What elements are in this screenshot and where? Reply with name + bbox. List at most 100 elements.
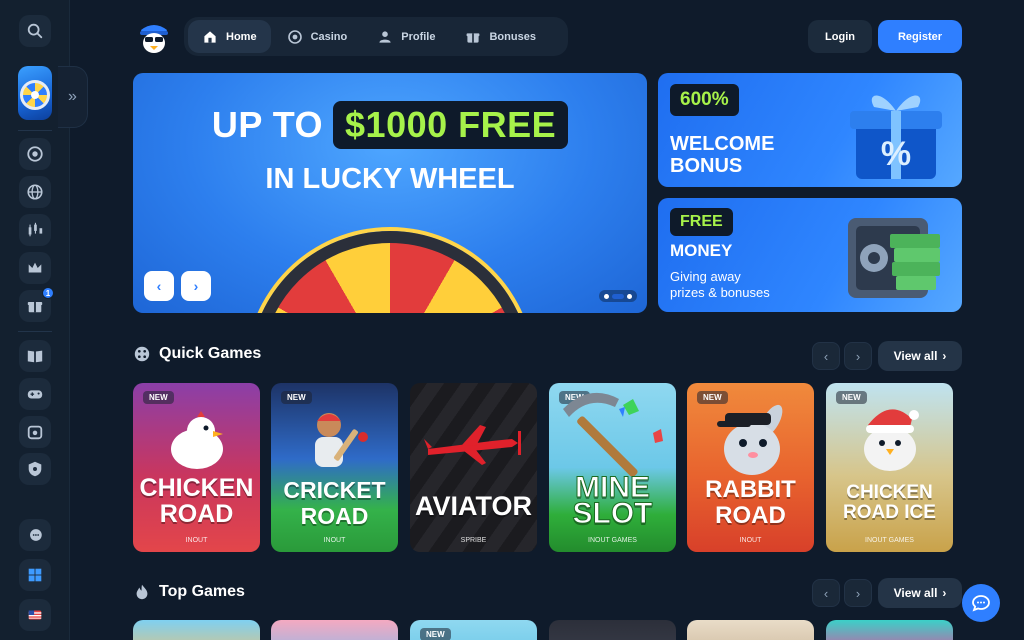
register-button[interactable]: Register bbox=[878, 20, 962, 53]
search-button[interactable] bbox=[19, 15, 51, 47]
top-games-next-button[interactable]: › bbox=[844, 579, 872, 607]
nav-casino-label: Casino bbox=[310, 30, 348, 43]
quick-games-view-all[interactable]: View all › bbox=[878, 341, 962, 371]
sidebar-expand-button[interactable]: » bbox=[58, 66, 88, 128]
promo-free-money[interactable]: FREE MONEY Giving away prizes & bonuses bbox=[658, 198, 962, 312]
sidebar-item-gifts[interactable]: 1 bbox=[19, 287, 54, 322]
nav-bonuses[interactable]: Bonuses bbox=[451, 20, 549, 53]
shield-icon bbox=[28, 461, 42, 477]
penguin-mascot-logo bbox=[140, 25, 168, 53]
game-provider: INOUT GAMES bbox=[865, 537, 914, 544]
top-game-card[interactable] bbox=[133, 620, 260, 640]
sidebar-item-sports[interactable] bbox=[19, 176, 51, 208]
hero-headline: UP TO $1000 FREE bbox=[133, 101, 647, 149]
game-title: MINE SLOT bbox=[549, 472, 676, 529]
santa-chicken-illustration bbox=[864, 409, 919, 471]
game-card-cricket-road[interactable]: NEW CRICKET ROAD INOUT bbox=[271, 383, 398, 552]
hero-prev-button[interactable]: ‹ bbox=[144, 271, 174, 301]
sidebar-item-rules[interactable] bbox=[19, 340, 51, 372]
dice-icon bbox=[134, 346, 150, 362]
sidebar-divider bbox=[18, 331, 52, 332]
top-games-title: Top Games bbox=[159, 583, 245, 600]
nav-home-label: Home bbox=[226, 30, 257, 43]
promo-welcome-title-line2: BONUS bbox=[670, 155, 743, 177]
hero-pagination bbox=[599, 290, 637, 302]
game-title: CHICKEN ROAD bbox=[133, 475, 260, 527]
globe-icon bbox=[27, 184, 43, 200]
money-safe-icon bbox=[848, 218, 940, 298]
lucky-wheel-shortcut[interactable] bbox=[18, 66, 52, 120]
sidebar-item-download-windows[interactable] bbox=[19, 559, 51, 591]
top-game-card[interactable] bbox=[826, 620, 953, 640]
nav-bonuses-label: Bonuses bbox=[489, 30, 536, 43]
chicken-illustration bbox=[171, 411, 223, 469]
sidebar-item-games[interactable] bbox=[19, 378, 51, 410]
rabbit-illustration bbox=[717, 404, 783, 475]
sidebar-item-casino[interactable] bbox=[19, 138, 51, 170]
search-icon bbox=[27, 23, 43, 39]
pagination-dot[interactable] bbox=[604, 293, 609, 299]
promo-welcome-bonus[interactable]: 600% WELCOME BONUS % bbox=[658, 73, 962, 187]
game-card-mine-slot[interactable]: NEW MINE SLOT INOUT GAMES bbox=[549, 383, 676, 552]
sidebar-item-support[interactable] bbox=[19, 519, 51, 551]
top-game-card[interactable] bbox=[687, 620, 814, 640]
promo-welcome-title: WELCOME BONUS bbox=[670, 133, 774, 177]
nav-casino[interactable]: Casino bbox=[273, 20, 362, 53]
game-title: RABBIT ROAD bbox=[687, 477, 814, 529]
brand-logo[interactable] bbox=[136, 18, 172, 54]
language-selector[interactable] bbox=[19, 599, 51, 631]
promo-free-title: MONEY bbox=[670, 241, 733, 260]
airplane-illustration bbox=[424, 425, 521, 465]
nav-home[interactable]: Home bbox=[188, 20, 271, 53]
sidebar-item-wallet[interactable] bbox=[19, 416, 51, 448]
promo-free-tag: FREE bbox=[670, 208, 733, 236]
chevron-left-icon: ‹ bbox=[823, 585, 829, 601]
top-game-card[interactable] bbox=[549, 620, 676, 640]
new-badge: NEW bbox=[420, 628, 451, 640]
quick-games-heading: Quick Games bbox=[133, 345, 261, 363]
game-provider: INOUT bbox=[185, 537, 208, 544]
gamepad-icon bbox=[27, 390, 43, 399]
promo-free-subtitle-line2: prizes & bonuses bbox=[670, 285, 770, 300]
live-chat-button[interactable] bbox=[962, 584, 1000, 622]
sidebar-item-trading[interactable] bbox=[19, 214, 51, 246]
nav-profile[interactable]: Profile bbox=[363, 20, 449, 53]
quick-games-prev-button[interactable]: ‹ bbox=[812, 342, 840, 370]
new-badge: NEW bbox=[281, 391, 312, 404]
game-provider: INOUT bbox=[739, 537, 762, 544]
top-games-view-all[interactable]: View all › bbox=[878, 578, 962, 608]
chevron-left-icon: ‹ bbox=[156, 278, 162, 294]
crown-icon bbox=[28, 262, 42, 273]
game-title-line2: ROAD bbox=[715, 502, 786, 529]
top-games-prev-button[interactable]: ‹ bbox=[812, 579, 840, 607]
top-game-card[interactable] bbox=[271, 620, 398, 640]
gift-icon bbox=[27, 301, 43, 313]
pagination-dot[interactable] bbox=[627, 293, 632, 299]
game-title-line1: CHICKEN bbox=[846, 482, 933, 503]
promo-free-subtitle: Giving away prizes & bonuses bbox=[670, 269, 770, 301]
lucky-wheel-illustration bbox=[249, 231, 531, 313]
game-card-chicken-road[interactable]: NEW CHICKEN ROAD INOUT bbox=[133, 383, 260, 552]
game-provider: SPRIBE bbox=[460, 537, 487, 544]
sidebar-item-vip[interactable] bbox=[19, 252, 51, 284]
game-title-line1: CHICKEN bbox=[139, 474, 254, 502]
game-card-rabbit-road[interactable]: NEW RABBIT ROAD INOUT bbox=[687, 383, 814, 552]
notification-badge: 1 bbox=[42, 287, 54, 299]
promo-welcome-title-line1: WELCOME bbox=[670, 133, 775, 155]
login-button[interactable]: Login bbox=[808, 20, 872, 53]
pagination-dot-active[interactable] bbox=[612, 293, 624, 299]
book-icon bbox=[27, 350, 43, 363]
top-game-card[interactable]: NEW bbox=[410, 620, 537, 640]
quick-games-next-button[interactable]: › bbox=[844, 342, 872, 370]
sidebar-item-security[interactable] bbox=[19, 453, 51, 485]
game-card-chicken-road-ice[interactable]: NEW CHICKEN ROAD ICE INOUT GAMES bbox=[826, 383, 953, 552]
view-all-label: View all bbox=[893, 349, 938, 363]
windows-icon bbox=[28, 568, 42, 582]
svg-text:%: % bbox=[881, 135, 911, 173]
hero-headline-prefix: UP TO bbox=[211, 104, 324, 145]
game-card-aviator[interactable]: AVIATOR SPRIBE bbox=[410, 383, 537, 552]
hero-next-button[interactable]: › bbox=[181, 271, 211, 301]
double-chevron-right-icon: » bbox=[68, 88, 77, 105]
game-provider: INOUT GAMES bbox=[588, 537, 637, 544]
fire-icon bbox=[136, 584, 148, 600]
